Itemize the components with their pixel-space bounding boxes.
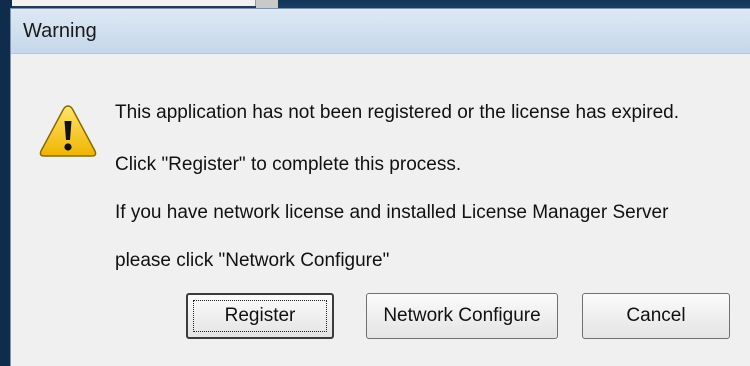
register-button[interactable]: Register	[186, 293, 334, 339]
message-line-2: Click "Register" to complete this proces…	[115, 154, 462, 175]
background-window-edge	[0, 0, 256, 6]
warning-dialog: Warning This application has not been re…	[10, 8, 750, 366]
cancel-button-label: Cancel	[626, 305, 686, 326]
network-configure-button-label: Network Configure	[383, 305, 541, 326]
warning-icon	[39, 105, 97, 157]
focus-ring	[193, 300, 327, 332]
dialog-title: Warning	[23, 20, 97, 42]
message-line-1: This application has not been registered…	[115, 102, 680, 123]
dialog-titlebar[interactable]: Warning	[11, 9, 750, 54]
message-line-3: If you have network license and installe…	[115, 202, 669, 223]
dialog-body: This application has not been registered…	[12, 54, 750, 366]
background-window-scrollbar	[256, 0, 278, 8]
message-line-4: please click "Network Configure"	[115, 250, 390, 271]
cancel-button[interactable]: Cancel	[582, 293, 730, 339]
network-configure-button[interactable]: Network Configure	[366, 293, 558, 339]
